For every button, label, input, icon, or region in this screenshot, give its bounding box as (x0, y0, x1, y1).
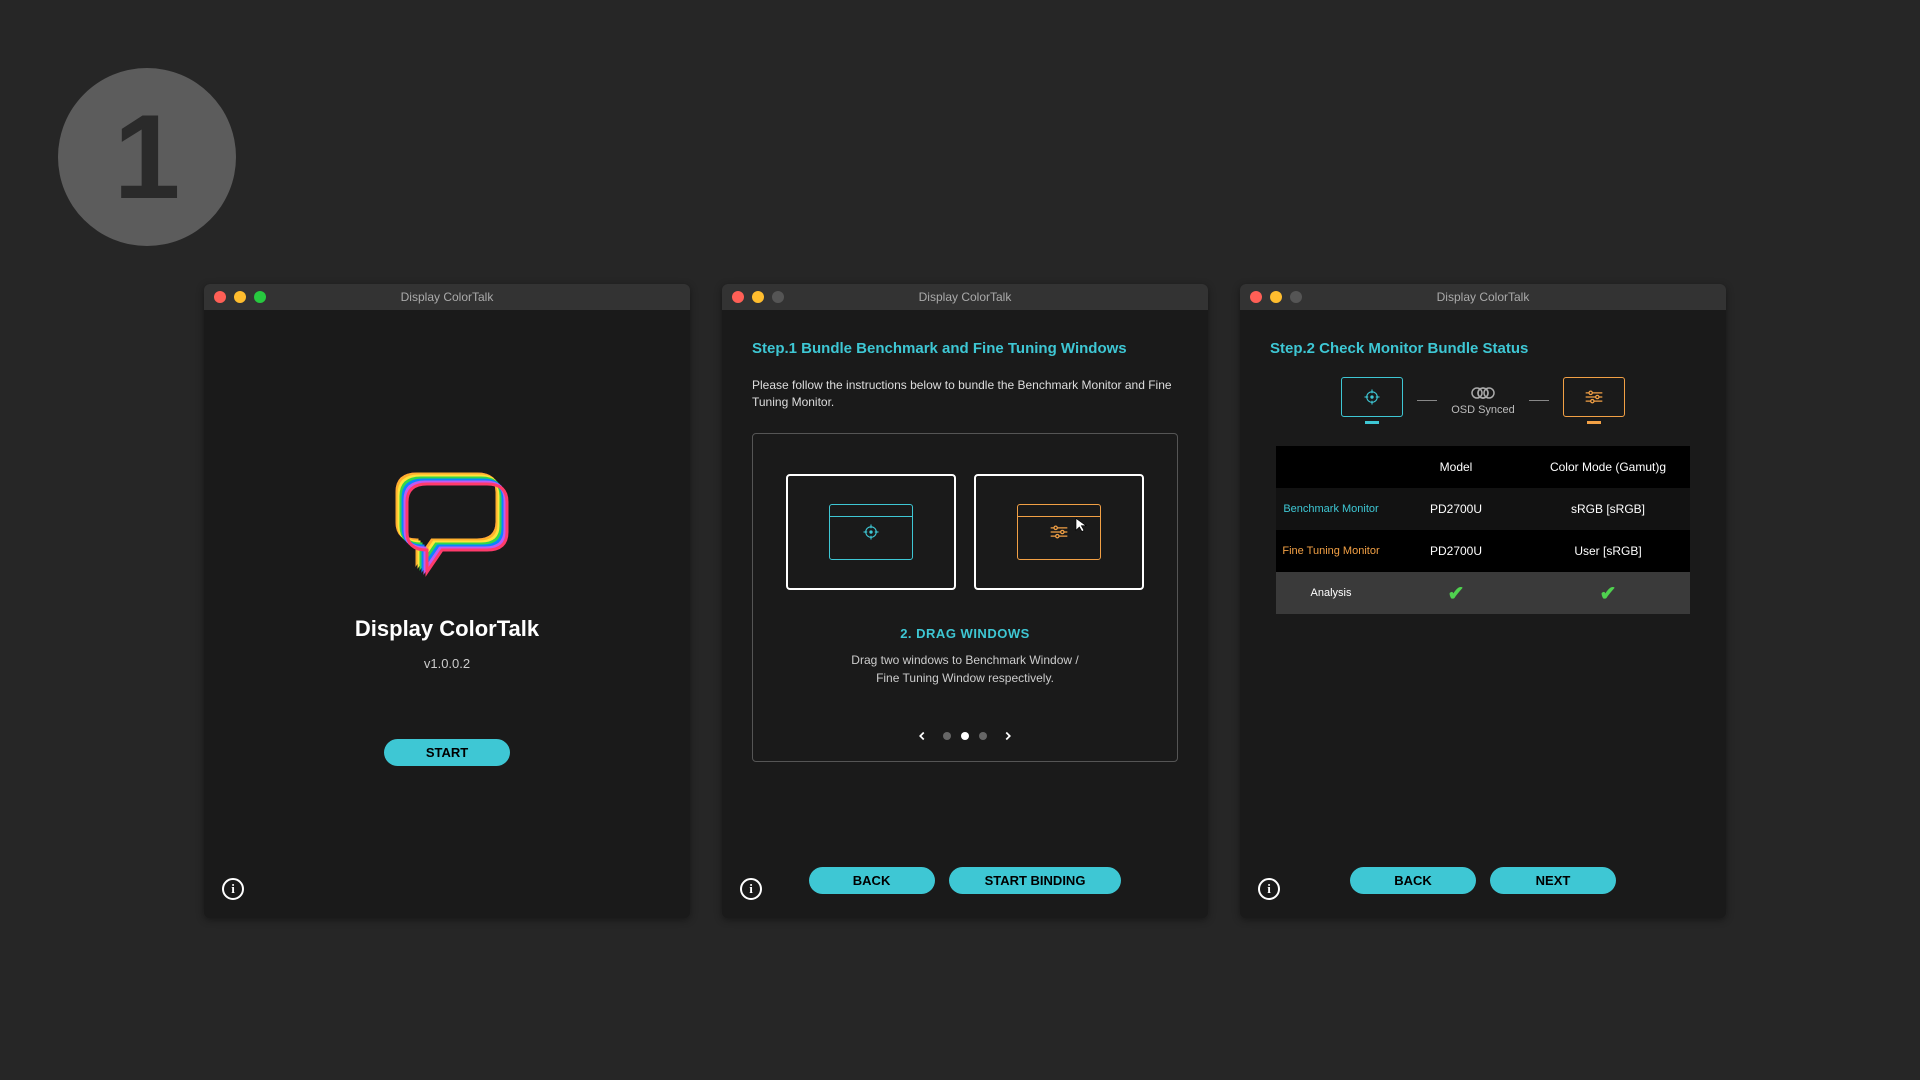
table-row: Fine Tuning Monitor PD2700U User [sRGB] (1276, 530, 1690, 572)
benchmark-monitor-icon (1341, 377, 1403, 424)
sync-status: OSD Synced (1451, 386, 1515, 416)
check-icon: ✔ (1600, 583, 1617, 605)
window-body: Step.1 Bundle Benchmark and Fine Tuning … (722, 310, 1208, 918)
step-title: Step.2 Check Monitor Bundle Status (1270, 340, 1696, 357)
target-icon (862, 523, 880, 541)
windows-row: Display ColorTalk (204, 284, 1726, 918)
analysis-label: Analysis (1276, 586, 1386, 600)
app-name: Display ColorTalk (355, 616, 539, 642)
colormode-value: User [sRGB] (1526, 544, 1690, 558)
close-icon[interactable] (214, 291, 226, 303)
back-button[interactable]: BACK (1350, 867, 1476, 894)
button-row: BACK NEXT (1240, 867, 1726, 894)
finetuning-label: Fine Tuning Monitor (1276, 544, 1386, 558)
window-title: Display ColorTalk (722, 290, 1208, 304)
titlebar[interactable]: Display ColorTalk (204, 284, 690, 310)
instruction-carousel: 2. DRAG WINDOWS Drag two windows to Benc… (752, 433, 1178, 762)
app-version: v1.0.0.2 (424, 656, 470, 671)
app-window-step1: Display ColorTalk Step.1 Bundle Benchmar… (722, 284, 1208, 918)
step-number: 1 (114, 97, 181, 217)
cursor-icon (1074, 517, 1090, 533)
chevron-left-icon[interactable] (915, 729, 929, 743)
link-icon (1470, 386, 1496, 400)
table-row: Benchmark Monitor PD2700U sRGB [sRGB] (1276, 488, 1690, 530)
close-icon[interactable] (1250, 291, 1262, 303)
target-icon (1363, 388, 1381, 406)
sliders-icon (1049, 525, 1069, 539)
model-value: PD2700U (1386, 544, 1526, 558)
button-row: BACK START BINDING (722, 867, 1208, 894)
window-body: Display ColorTalk v1.0.0.2 START i (204, 310, 690, 918)
window-title: Display ColorTalk (204, 290, 690, 304)
colormode-value: sRGB [sRGB] (1526, 502, 1690, 516)
close-icon[interactable] (732, 291, 744, 303)
check-icon: ✔ (1448, 583, 1465, 605)
table-header: Color Mode (Gamut)g (1526, 460, 1690, 474)
window-body: Step.2 Check Monitor Bundle Status (1240, 310, 1726, 918)
info-icon[interactable]: i (740, 878, 762, 900)
back-button[interactable]: BACK (809, 867, 935, 894)
info-icon[interactable]: i (1258, 878, 1280, 900)
step-number-badge: 1 (58, 68, 236, 246)
connector-line (1529, 400, 1549, 401)
sliders-icon (1584, 390, 1604, 404)
carousel-subtitle: 2. DRAG WINDOWS (900, 626, 1030, 641)
titlebar[interactable]: Display ColorTalk (722, 284, 1208, 310)
analysis-row: Analysis ✔ ✔ (1276, 572, 1690, 614)
carousel-dot[interactable] (979, 732, 987, 740)
traffic-lights (214, 291, 266, 303)
start-button[interactable]: START (384, 739, 510, 766)
carousel-dot[interactable] (943, 732, 951, 740)
maximize-icon[interactable] (254, 291, 266, 303)
carousel-dot-active[interactable] (961, 732, 969, 740)
table-header: Model (1386, 460, 1526, 474)
status-table: Model Color Mode (Gamut)g Benchmark Moni… (1276, 446, 1690, 614)
minimize-icon[interactable] (752, 291, 764, 303)
window-title: Display ColorTalk (1240, 290, 1726, 304)
step-description: Please follow the instructions below to … (752, 377, 1178, 411)
traffic-lights (1250, 291, 1302, 303)
app-window-step2: Display ColorTalk Step.2 Check Monitor B… (1240, 284, 1726, 918)
finetuning-window-icon (1017, 504, 1101, 560)
next-button[interactable]: NEXT (1490, 867, 1616, 894)
traffic-lights (732, 291, 784, 303)
maximize-icon[interactable] (772, 291, 784, 303)
bundle-status-diagram: OSD Synced (1270, 377, 1696, 424)
minimize-icon[interactable] (234, 291, 246, 303)
table-header-row: Model Color Mode (Gamut)g (1276, 446, 1690, 488)
app-logo (377, 462, 517, 582)
sync-label: OSD Synced (1451, 404, 1515, 416)
benchmark-monitor-frame (786, 474, 956, 590)
info-icon[interactable]: i (222, 878, 244, 900)
finetuning-monitor-frame (974, 474, 1144, 590)
carousel-dots (943, 732, 987, 740)
benchmark-label: Benchmark Monitor (1276, 502, 1386, 516)
app-window-splash: Display ColorTalk (204, 284, 690, 918)
connector-line (1417, 400, 1437, 401)
benchmark-window-icon (829, 504, 913, 560)
finetuning-monitor-icon (1563, 377, 1625, 424)
carousel-nav (915, 729, 1015, 743)
step-title: Step.1 Bundle Benchmark and Fine Tuning … (752, 340, 1178, 357)
maximize-icon[interactable] (1290, 291, 1302, 303)
monitors-illustration (786, 474, 1144, 590)
chevron-right-icon[interactable] (1001, 729, 1015, 743)
minimize-icon[interactable] (1270, 291, 1282, 303)
start-binding-button[interactable]: START BINDING (949, 867, 1122, 894)
titlebar[interactable]: Display ColorTalk (1240, 284, 1726, 310)
model-value: PD2700U (1386, 502, 1526, 516)
carousel-text: Drag two windows to Benchmark Window / F… (851, 651, 1078, 687)
